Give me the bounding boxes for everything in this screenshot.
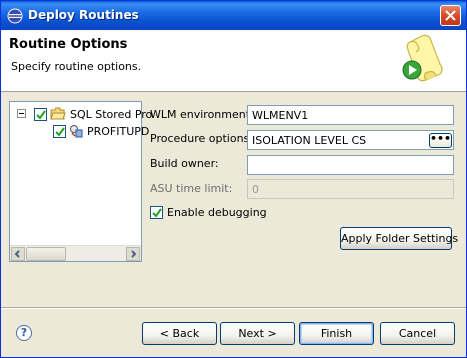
help-button[interactable]: ?: [16, 325, 32, 341]
page-title: Routine Options: [9, 37, 128, 52]
procedure-options-field[interactable]: ISOLATION LEVEL CS: [247, 130, 454, 150]
scroll-wizard-icon: [402, 34, 443, 82]
scroll-right-button[interactable]: [126, 247, 140, 261]
enable-debugging-label: Enable debugging: [167, 206, 267, 219]
build-owner-field[interactable]: [247, 155, 454, 175]
apply-folder-settings-button[interactable]: Apply Folder Settings: [340, 227, 458, 250]
routine-tree[interactable]: SQL Stored Pro PROFITUPD: [9, 101, 152, 262]
tree-collapse-toggle[interactable]: [17, 109, 26, 118]
procedure-options-browse-button[interactable]: •••: [429, 133, 452, 148]
checkmark-icon: [152, 208, 162, 218]
tree-root-label: SQL Stored Pro: [70, 107, 153, 121]
wlm-environment-label: WLM environment:: [150, 108, 254, 121]
asu-time-limit-label: ASU time limit:: [150, 182, 233, 195]
checkmark-icon: [36, 109, 46, 120]
next-button[interactable]: Next >: [220, 322, 295, 345]
tree-item-root[interactable]: SQL Stored Pro: [34, 106, 152, 122]
finish-button[interactable]: Finish: [299, 322, 374, 345]
checkmark-icon: [55, 126, 65, 137]
enable-debugging-option[interactable]: Enable debugging: [150, 206, 267, 219]
tree-horizontal-scrollbar[interactable]: [10, 245, 141, 261]
folder-open-icon: [50, 107, 66, 120]
scroll-thumb[interactable]: [26, 247, 66, 261]
eclipse-icon: [7, 8, 23, 24]
tree-child-label: PROFITUPD: [87, 124, 150, 138]
window-title: Deploy Routines: [28, 8, 139, 22]
tree-child-checkbox[interactable]: [53, 124, 66, 138]
procedure-options-label: Procedure options:: [150, 132, 253, 145]
page-subtitle: Specify routine options.: [11, 60, 142, 73]
arrow-right-icon: [131, 250, 137, 258]
scroll-left-button[interactable]: [11, 247, 25, 261]
cancel-button[interactable]: Cancel: [380, 322, 455, 345]
build-owner-label: Build owner:: [150, 157, 219, 170]
wlm-environment-field[interactable]: WLMENV1: [247, 105, 454, 125]
header-banner: Routine Options Specify routine options.: [1, 30, 466, 92]
arrow-left-icon: [14, 250, 20, 258]
asu-time-limit-field[interactable]: 0: [247, 179, 454, 199]
tree-item-profitupd[interactable]: PROFITUPD: [53, 123, 149, 139]
deploy-routines-dialog: Deploy Routines Routine Options Specify …: [0, 0, 467, 358]
enable-debugging-checkbox[interactable]: [150, 206, 163, 219]
title-bar[interactable]: Deploy Routines: [1, 1, 466, 30]
footer-separator: [1, 307, 466, 309]
tree-root-checkbox[interactable]: [34, 107, 47, 121]
close-button[interactable]: [440, 5, 461, 26]
stored-procedure-icon: [70, 125, 83, 138]
close-icon: [445, 10, 456, 21]
back-button[interactable]: < Back: [142, 322, 217, 345]
